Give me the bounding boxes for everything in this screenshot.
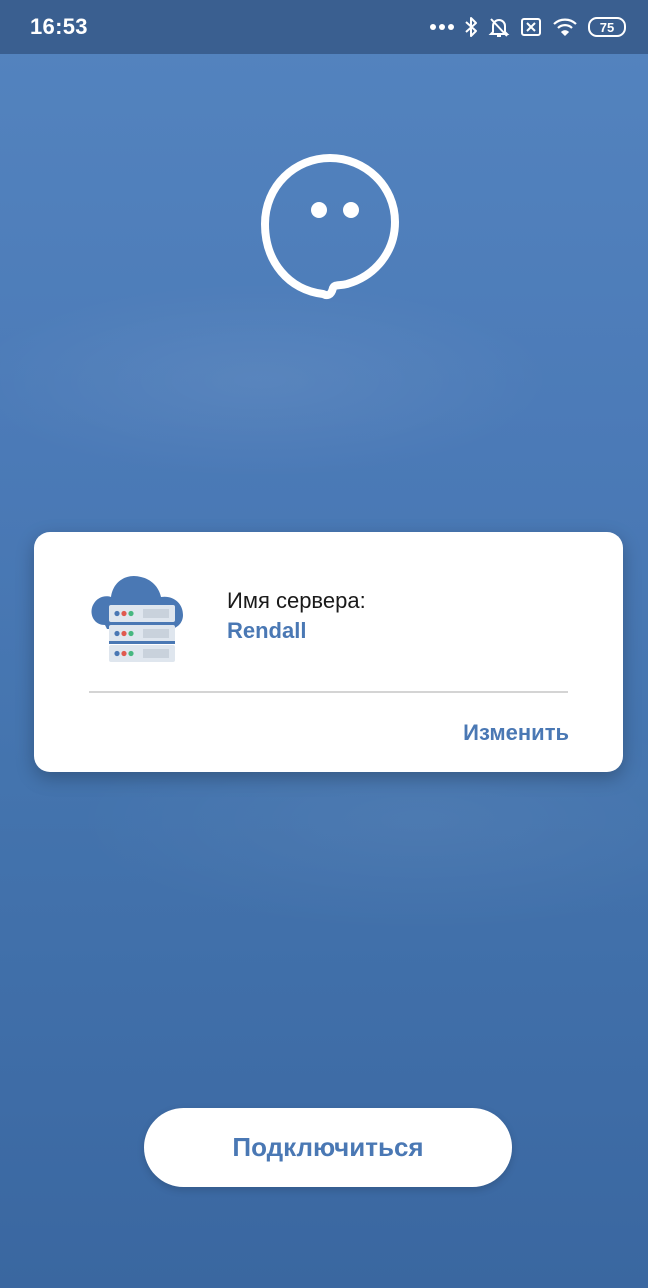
connect-button[interactable]: Подключиться [144,1108,512,1187]
bell-off-icon [488,18,510,37]
server-card: Имя сервера: Rendall Изменить [34,532,623,772]
server-name-value: Rendall [227,618,307,643]
app-logo-icon [261,154,399,300]
bluetooth-icon [465,17,477,37]
change-server-button[interactable]: Изменить [463,720,569,746]
card-divider [89,691,568,693]
status-time: 16:53 [30,14,88,39]
wifi-icon [553,18,577,37]
login-screen: 16:53 75 Имя сервера: Rendall Изменить П… [0,0,648,1288]
sim-x-icon [521,18,541,36]
more-dots-icon [430,24,454,30]
battery-indicator: 75 [588,17,626,37]
status-bar: 16:53 75 [0,0,648,54]
cloud-server-icon [91,575,183,662]
server-name-label: Имя сервера: [227,588,366,613]
status-icons: 75 [430,16,626,38]
